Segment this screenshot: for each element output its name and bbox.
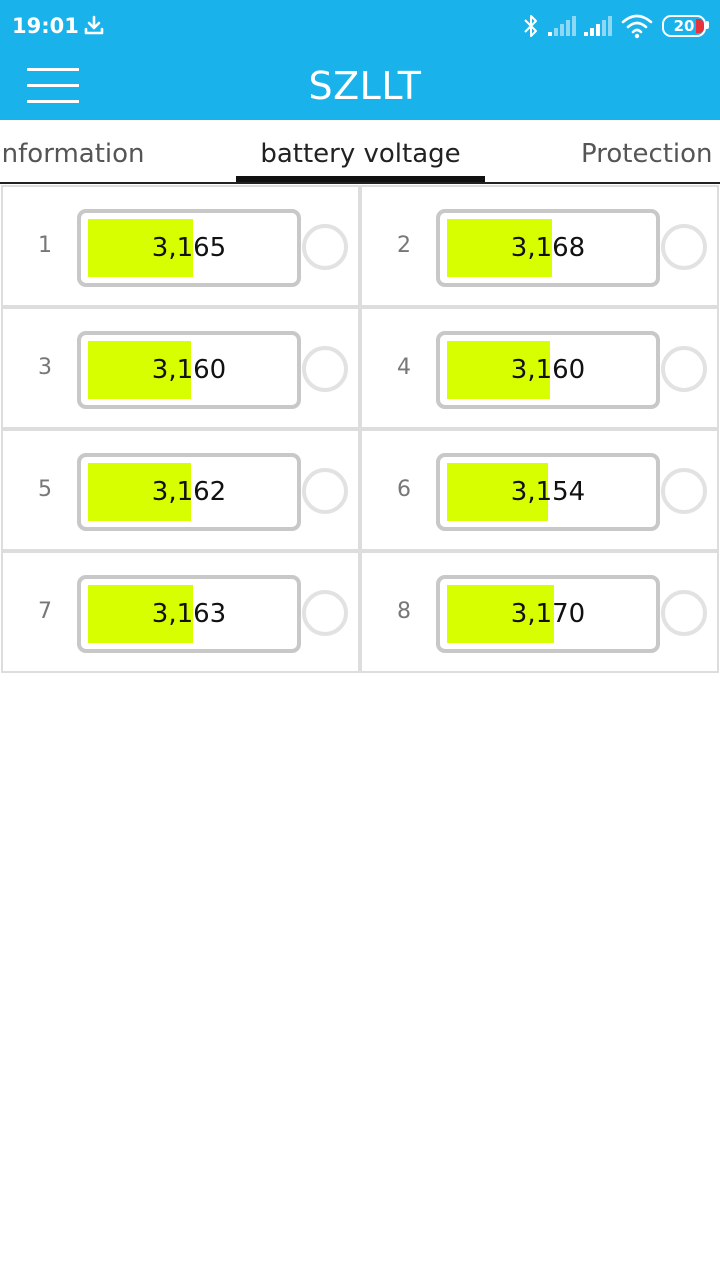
cell-battery: 3,170 [436,575,660,653]
status-time: 19:01 [12,14,79,38]
cell-item: 5 3,162 [1,429,360,551]
app-bar: SZLLT [0,52,720,120]
battery-cell-grid: 1 3,165 2 3,168 3 3,160 4 3,160 5 3,162 … [0,184,720,674]
menu-bar-top [27,68,79,71]
cell-voltage: 3,162 [151,477,227,507]
cell-battery: 3,160 [436,331,660,409]
cell-index: 2 [397,233,411,258]
tab-bar: Information battery voltage Protection d [0,120,720,184]
tab-protection[interactable]: Protection d [581,120,720,182]
cell-voltage: 3,160 [151,355,227,385]
balance-indicator [661,468,707,514]
balance-indicator [302,590,348,636]
tab-indicator [236,176,485,182]
cell-voltage: 3,154 [510,477,586,507]
balance-indicator [302,468,348,514]
download-icon [84,15,104,35]
cell-index: 7 [38,599,52,624]
balance-indicator [661,590,707,636]
cell-index: 3 [38,355,52,380]
cell-battery: 3,163 [77,575,301,653]
balance-indicator [302,346,348,392]
status-bar: 19:01 20 [0,0,720,52]
cell-voltage: 3,163 [151,599,227,629]
cell-voltage: 3,170 [510,599,586,629]
cell-voltage: 3,160 [510,355,586,385]
cell-index: 4 [397,355,411,380]
cell-index: 5 [38,477,52,502]
cell-battery: 3,165 [77,209,301,287]
cell-battery: 3,168 [436,209,660,287]
cell-battery: 3,154 [436,453,660,531]
cell-item: 7 3,163 [1,551,360,673]
bluetooth-icon [524,15,537,37]
cell-voltage: 3,165 [151,233,227,263]
menu-bar-bottom [27,100,79,103]
cell-index: 1 [38,233,52,258]
signal-icon [584,16,612,36]
battery-tip [706,21,709,29]
balance-indicator [661,224,707,270]
battery-level: 20 [673,17,695,35]
cell-item: 8 3,170 [360,551,719,673]
tab-battery-voltage[interactable]: battery voltage [236,120,485,182]
cell-item: 3 3,160 [1,307,360,429]
hamburger-menu-icon[interactable] [20,60,86,112]
cell-voltage: 3,168 [510,233,586,263]
battery-icon: 20 [662,15,709,37]
cell-index: 6 [397,477,411,502]
signal-icon [548,16,576,36]
cell-battery: 3,160 [77,331,301,409]
tab-information[interactable]: Information [0,120,145,182]
cell-battery: 3,162 [77,453,301,531]
wifi-icon [621,14,653,39]
cell-index: 8 [397,599,411,624]
cell-item: 2 3,168 [360,185,719,307]
app-title: SZLLT [308,64,422,108]
balance-indicator [661,346,707,392]
cell-item: 1 3,165 [1,185,360,307]
cell-item: 6 3,154 [360,429,719,551]
menu-bar-middle [27,84,79,87]
balance-indicator [302,224,348,270]
cell-item: 4 3,160 [360,307,719,429]
